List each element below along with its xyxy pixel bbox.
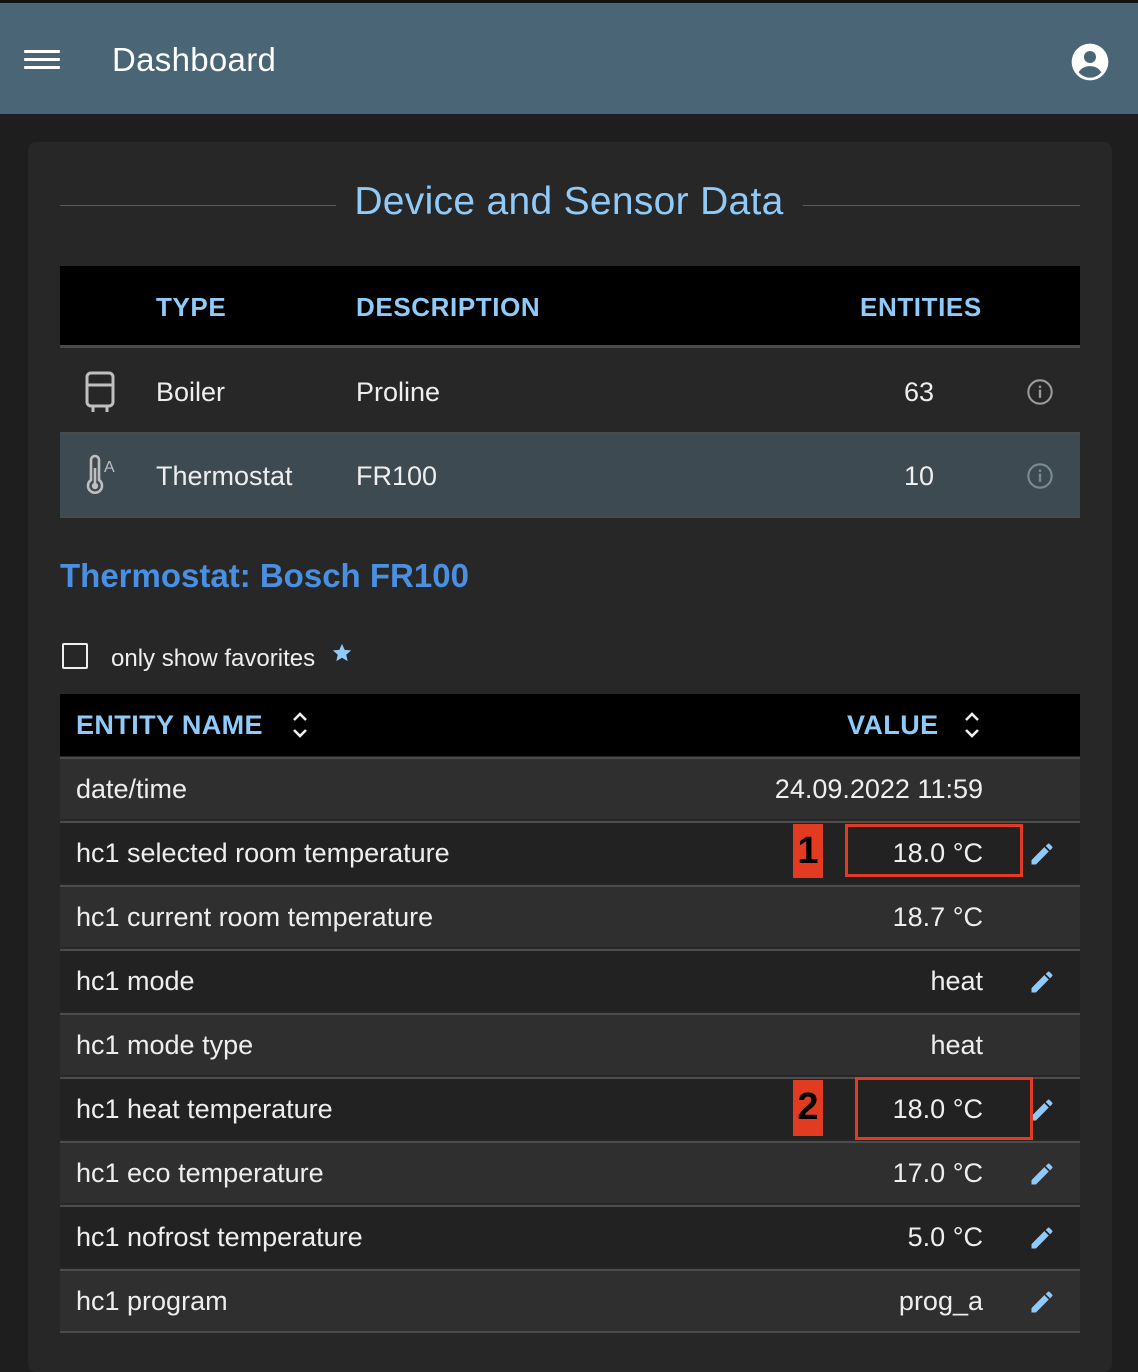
edit-icon[interactable] xyxy=(1028,1160,1056,1188)
sort-icon[interactable] xyxy=(290,709,310,741)
annotation-box-2 xyxy=(855,1077,1033,1140)
entity-name: hc1 mode type xyxy=(76,1030,254,1060)
devices-table-header: TYPE DESCRIPTION ENTITIES xyxy=(60,266,1080,348)
favorites-label[interactable]: only show favorites xyxy=(111,645,315,673)
info-icon[interactable] xyxy=(1026,462,1054,490)
header-value[interactable]: VALUE xyxy=(847,710,939,741)
app-bar: Dashboard xyxy=(0,0,1138,114)
entity-value: 5.0 °C xyxy=(907,1222,983,1252)
entity-name: hc1 nofrost temperature xyxy=(76,1222,363,1252)
entity-value: 18.7 °C xyxy=(892,902,983,932)
device-row-thermostat[interactable]: A Thermostat FR100 10 xyxy=(60,434,1080,518)
title-divider-right xyxy=(803,205,1080,206)
edit-icon[interactable] xyxy=(1028,968,1056,996)
edit-icon[interactable] xyxy=(1028,840,1056,868)
entity-value: heat xyxy=(930,1030,983,1060)
entity-value: 17.0 °C xyxy=(892,1158,983,1188)
header-type: TYPE xyxy=(156,292,227,322)
device-description: Proline xyxy=(356,377,441,407)
entity-name: hc1 selected room temperature xyxy=(76,838,450,868)
edit-icon[interactable] xyxy=(1028,1288,1056,1316)
menu-icon[interactable] xyxy=(24,47,60,73)
device-description: FR100 xyxy=(356,461,438,491)
entity-name: hc1 current room temperature xyxy=(76,902,434,932)
star-icon xyxy=(332,643,352,662)
entity-value: prog_a xyxy=(898,1286,983,1316)
table-row[interactable]: hc1 program prog_a xyxy=(60,1269,1080,1333)
page-title: Dashboard xyxy=(112,41,277,78)
entity-name: hc1 program xyxy=(76,1286,228,1316)
device-type: Thermostat xyxy=(156,461,293,491)
device-detail-title: Thermostat: Bosch FR100 xyxy=(60,557,469,594)
entity-value: heat xyxy=(930,966,983,996)
header-description: DESCRIPTION xyxy=(356,292,541,322)
header-entity-name[interactable]: ENTITY NAME xyxy=(76,710,263,741)
thermostat-icon: A xyxy=(86,454,115,494)
info-icon[interactable] xyxy=(1026,378,1054,406)
annotation-marker-1: 1 xyxy=(793,824,823,878)
entity-name: hc1 heat temperature xyxy=(76,1094,333,1124)
annotation-marker-2: 2 xyxy=(793,1080,823,1136)
account-icon[interactable] xyxy=(1070,42,1110,82)
table-row[interactable]: date/time 24.09.2022 11:59 xyxy=(60,757,1080,819)
entity-name: hc1 eco temperature xyxy=(76,1158,324,1188)
table-row[interactable]: hc1 nofrost temperature 5.0 °C xyxy=(60,1205,1080,1267)
device-type: Boiler xyxy=(156,377,226,407)
table-row[interactable]: hc1 mode type heat xyxy=(60,1013,1080,1075)
table-row[interactable]: hc1 mode heat xyxy=(60,949,1080,1011)
edit-icon[interactable] xyxy=(1028,1224,1056,1252)
entity-name: date/time xyxy=(76,774,188,804)
table-row[interactable]: hc1 eco temperature 17.0 °C xyxy=(60,1141,1080,1203)
boiler-icon xyxy=(85,371,115,412)
section-title: Device and Sensor Data xyxy=(354,180,784,223)
device-entities-count: 63 xyxy=(904,377,935,407)
sort-icon[interactable] xyxy=(962,709,982,741)
device-row-boiler[interactable]: Boiler Proline 63 xyxy=(60,350,1080,434)
entities-table-header: ENTITY NAME VALUE xyxy=(60,694,1080,756)
entity-name: hc1 mode xyxy=(76,966,195,996)
device-entities-count: 10 xyxy=(904,461,935,491)
table-row[interactable]: hc1 current room temperature 18.7 °C xyxy=(60,885,1080,947)
annotation-box-1 xyxy=(845,824,1023,877)
favorites-checkbox[interactable] xyxy=(62,643,88,669)
svg-text:A: A xyxy=(104,459,115,476)
header-entities: ENTITIES xyxy=(860,292,982,322)
entity-value: 24.09.2022 11:59 xyxy=(774,774,983,804)
